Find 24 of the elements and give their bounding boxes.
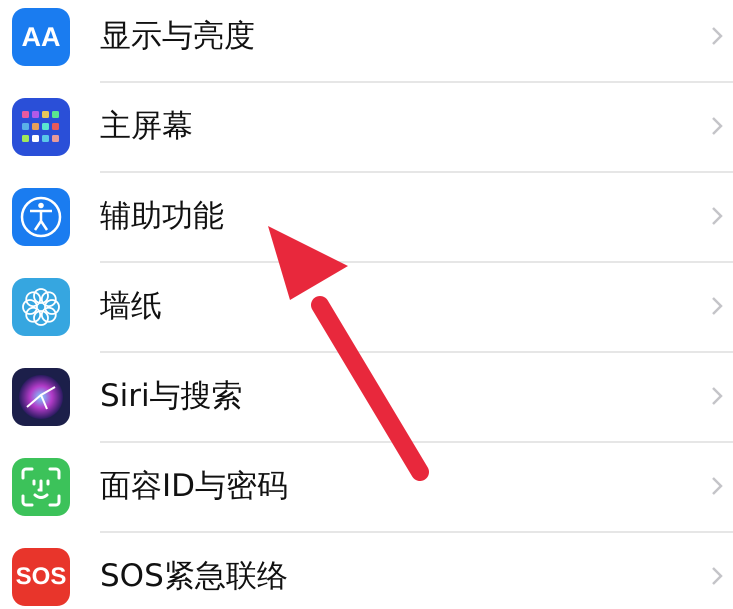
row-label: 显示与亮度	[100, 17, 256, 56]
row-label: SOS紧急联络	[100, 557, 289, 596]
icon-label: SOS	[16, 563, 66, 591]
chevron-icon	[711, 566, 723, 586]
settings-row[interactable]: 面容ID与密码	[100, 441, 733, 533]
chevron-icon	[711, 116, 723, 136]
row-label: Siri与搜索	[100, 377, 244, 416]
chevron-icon	[711, 206, 723, 226]
flower-icon	[19, 285, 63, 329]
settings-row[interactable]: 主屏幕	[100, 81, 733, 173]
chevron-icon	[711, 296, 723, 316]
chevron-icon	[711, 386, 723, 406]
chevron-icon	[711, 476, 723, 496]
settings-row[interactable]: Siri与搜索	[100, 351, 733, 443]
settings-row[interactable]: 显示与亮度	[100, 0, 733, 83]
chevron-icon	[711, 26, 723, 46]
row-label: 辅助功能	[100, 197, 225, 236]
row-label: 面容ID与密码	[100, 467, 290, 506]
row-label: 主屏幕	[100, 107, 194, 146]
settings-row[interactable]: SOS紧急联络	[100, 531, 733, 609]
face-id-icon	[20, 466, 62, 508]
row-label: 墙纸	[100, 287, 163, 326]
accessibility-icon	[19, 195, 63, 239]
icon-label: AA	[22, 22, 60, 52]
